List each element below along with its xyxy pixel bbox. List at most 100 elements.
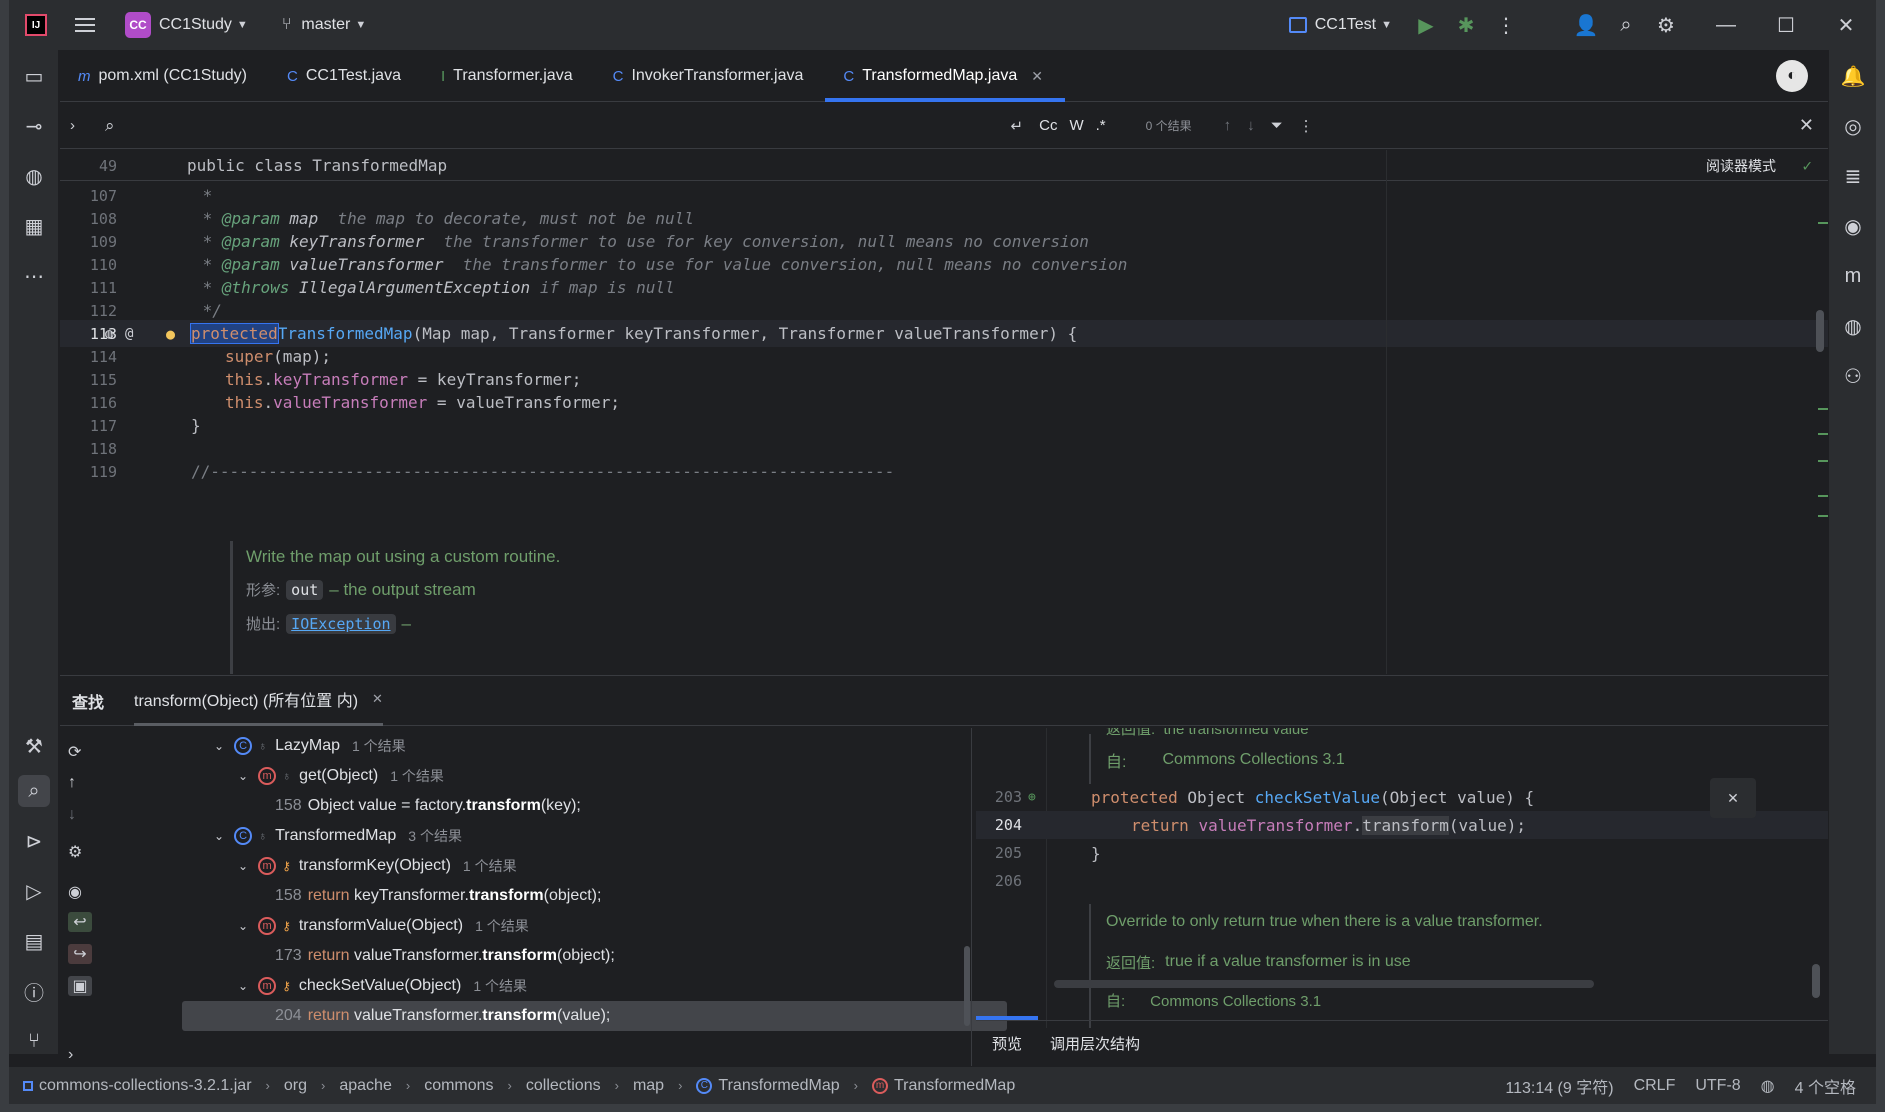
intellij-logo-icon[interactable]: IJ	[25, 14, 47, 36]
tab-transformer[interactable]: I Transformer.java	[423, 50, 595, 102]
run-config-selector[interactable]: CC1Test ▼	[1288, 16, 1392, 34]
next-occurrence-icon[interactable]: ↓	[1247, 117, 1255, 134]
annotation-gutter-icon[interactable]: @	[125, 326, 133, 342]
find-result-tab[interactable]: transform(Object) (所有位置 内) ✕	[134, 676, 383, 726]
build-hammer-icon[interactable]: ⚒	[18, 730, 50, 762]
match-case-toggle[interactable]: Cc	[1039, 117, 1057, 134]
find-input[interactable]	[120, 117, 921, 134]
debug-icon[interactable]: ✱	[1446, 0, 1486, 50]
add-user-icon[interactable]: 👤	[1566, 0, 1606, 50]
close-preview-icon[interactable]: ✕	[1710, 778, 1756, 818]
editor-scrollbar[interactable]	[1816, 310, 1824, 352]
next-usage-icon[interactable]: ↓	[68, 806, 76, 824]
file-encoding[interactable]: UTF-8	[1695, 1077, 1740, 1095]
breadcrumb-item[interactable]: commons-collections-3.2.1.jar	[39, 1077, 252, 1095]
assistant-icon[interactable]: ◍	[1837, 310, 1869, 342]
project-badge[interactable]: CC	[125, 12, 151, 38]
close-tab-icon[interactable]: ✕	[372, 691, 383, 707]
branch-selector[interactable]: ⑂ master ▼	[282, 16, 366, 34]
rerun-icon[interactable]: ⟳	[68, 742, 81, 762]
settings-gear-icon[interactable]: ⚙	[1646, 0, 1686, 50]
project-selector[interactable]: CC1Study ▼	[159, 16, 248, 34]
more-tools-icon[interactable]: ⋯	[18, 260, 50, 292]
import-icon[interactable]: ↩	[68, 912, 92, 932]
expand-icon[interactable]: ›	[68, 1046, 73, 1064]
maven-icon[interactable]: m	[1837, 260, 1869, 292]
find-tool-icon[interactable]: ⌕	[18, 775, 50, 807]
maximize-icon[interactable]: ☐	[1756, 0, 1816, 50]
line-separator[interactable]: CRLF	[1634, 1077, 1676, 1095]
main-menu-icon[interactable]	[75, 18, 95, 32]
breadcrumb-item[interactable]: org	[284, 1077, 307, 1095]
breadcrumb-item[interactable]: TransformedMap	[718, 1077, 839, 1095]
tree-node-method[interactable]: ⌄ m ⚷ transformValue(Object) 1 个结果	[238, 911, 1078, 941]
steam-icon[interactable]: ◐	[1776, 60, 1808, 92]
indent-setting[interactable]: 4 个空格	[1795, 1074, 1856, 1098]
run-tool-icon[interactable]: ▷	[18, 875, 50, 907]
close-tab-icon[interactable]: ✕	[1031, 68, 1043, 85]
hierarchy-icon[interactable]: ⚇	[1837, 360, 1869, 392]
notifications-icon[interactable]: 🔔	[1837, 60, 1869, 92]
git-icon[interactable]: ⑂	[18, 1025, 50, 1057]
tab-transformedmap[interactable]: C TransformedMap.java ✕	[825, 50, 1065, 102]
code-editor[interactable]: 49 public class TransformedMap 阅读器模式 ✓ 1…	[60, 150, 1828, 674]
ai-status-icon[interactable]: ◍	[1761, 1076, 1775, 1096]
tree-node-method[interactable]: ⌄ m ⚷ checkSetValue(Object) 1 个结果	[238, 971, 1078, 1001]
preview-since: 自: Commons Collections 3.1	[1106, 751, 1345, 771]
previous-usage-icon[interactable]: ↑	[68, 774, 76, 792]
preview-h-scrollbar[interactable]	[1054, 980, 1594, 988]
ai-chat-icon[interactable]: ◎	[1837, 110, 1869, 142]
filter-icon[interactable]: ⏷	[1271, 117, 1283, 134]
override-gutter-icon[interactable]: ⊕	[1028, 790, 1036, 805]
terminal-icon[interactable]: ▤	[18, 925, 50, 957]
breadcrumb-item[interactable]: TransformedMap	[894, 1077, 1015, 1095]
new-line-icon[interactable]: ↵	[1011, 117, 1024, 135]
close-find-icon[interactable]: ✕	[1799, 115, 1814, 136]
tab-call-hierarchy[interactable]: 调用层次结构	[1050, 1033, 1140, 1054]
preview-eye-icon[interactable]: ◉	[68, 882, 82, 902]
tab-invokertransformer[interactable]: C InvokerTransformer.java	[595, 50, 826, 102]
breadcrumb-item[interactable]: commons	[424, 1077, 493, 1095]
project-folder-icon[interactable]: ▭	[18, 60, 50, 92]
ai-assistant-icon[interactable]: ◍	[18, 160, 50, 192]
tab-cc1test[interactable]: C CC1Test.java	[269, 50, 423, 102]
reader-mode-toggle[interactable]: 阅读器模式	[1706, 156, 1776, 176]
tree-node-usage-selected[interactable]: 204 return valueTransformer. transform (val…	[182, 1001, 1007, 1031]
previous-occurrence-icon[interactable]: ↑	[1224, 117, 1232, 134]
tab-preview[interactable]: 预览	[992, 1033, 1022, 1054]
regex-toggle[interactable]: .*	[1096, 117, 1106, 134]
database-icon[interactable]: ≣	[1837, 160, 1869, 192]
breadcrumb-item[interactable]: map	[633, 1077, 664, 1095]
run-icon[interactable]: ▶	[1406, 0, 1446, 50]
breadcrumb-item[interactable]: collections	[526, 1077, 601, 1095]
caret-position[interactable]: 113:14 (9 字符)	[1505, 1074, 1613, 1098]
group-icon[interactable]: ▣	[68, 976, 92, 996]
find-options-icon[interactable]: ⋮	[1299, 117, 1314, 135]
more-actions-icon[interactable]: ⋮	[1486, 0, 1526, 50]
tree-node-class[interactable]: ⌄ C ♁ TransformedMap 3 个结果	[214, 821, 1054, 851]
ioexception-link[interactable]: IOException	[286, 613, 396, 634]
find-settings-icon[interactable]: ⚙	[68, 842, 82, 862]
tree-node-method[interactable]: ⌄ m ♁ get(Object) 1 个结果	[238, 761, 1078, 791]
expand-replace-icon[interactable]: ›	[70, 117, 75, 134]
problems-icon[interactable]: ⓘ	[18, 975, 50, 1007]
minimize-icon[interactable]: —	[1696, 0, 1756, 50]
tree-scrollbar[interactable]	[964, 946, 970, 1026]
preview-v-scrollbar[interactable]	[1812, 964, 1820, 998]
whole-words-toggle[interactable]: W	[1069, 117, 1083, 134]
tree-node-class[interactable]: ⌄ C ♁ LazyMap 1 个结果	[214, 731, 1054, 761]
inspection-ok-icon[interactable]: ✓	[1802, 156, 1812, 175]
search-icon[interactable]: ⌕	[1606, 0, 1646, 50]
tab-pom-xml[interactable]: m pom.xml (CC1Study)	[60, 50, 269, 102]
services-icon[interactable]: ⊳	[18, 825, 50, 857]
structure-icon[interactable]: ▦	[18, 210, 50, 242]
breadcrumb-item[interactable]: apache	[339, 1077, 392, 1095]
copilot-icon[interactable]: ◉	[1837, 210, 1869, 242]
export-icon[interactable]: ↪	[68, 944, 92, 964]
tree-node-method[interactable]: ⌄ m ⚷ transformKey(Object) 1 个结果	[238, 851, 1078, 881]
search-history-icon[interactable]: ⌕	[105, 116, 115, 136]
intention-bulb-icon[interactable]: ●	[166, 325, 175, 343]
commit-icon[interactable]: ⊸	[18, 110, 50, 142]
close-window-icon[interactable]: ✕	[1816, 0, 1876, 50]
override-gutter-icon[interactable]: ◍	[105, 326, 113, 342]
